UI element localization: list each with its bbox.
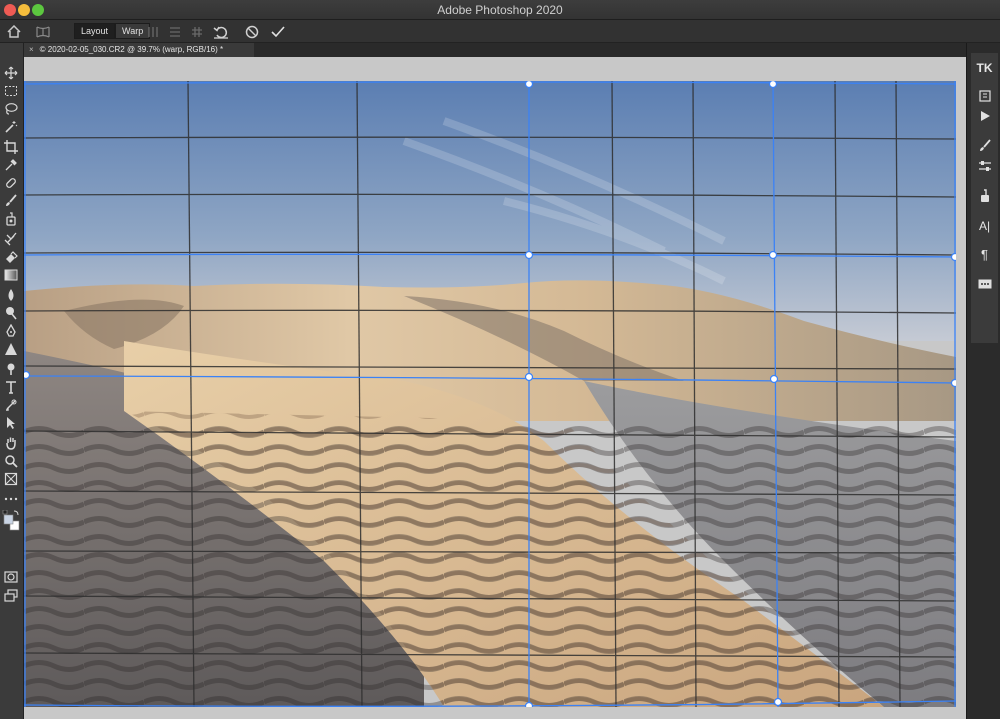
warp-layout-toggle: Layout Warp: [74, 23, 151, 39]
warp-button[interactable]: Warp: [115, 23, 151, 39]
glyphs-panel-icon[interactable]: [975, 275, 994, 293]
history-brush-tool-icon[interactable]: [2, 231, 20, 247]
split-crosswise-icon[interactable]: [190, 23, 204, 40]
healing-brush-tool-icon[interactable]: [2, 175, 20, 191]
home-icon[interactable]: [6, 23, 22, 40]
close-tab-icon[interactable]: ×: [29, 45, 34, 54]
history-panel-icon[interactable]: [975, 87, 994, 105]
split-horizontal-icon[interactable]: [168, 23, 182, 40]
type-tool-icon[interactable]: [2, 379, 20, 395]
pen-tool-icon[interactable]: [2, 323, 20, 339]
app-title: Adobe Photoshop 2020: [437, 3, 563, 17]
split-vertical-icon[interactable]: [146, 23, 160, 40]
brush-settings-icon[interactable]: [975, 137, 994, 155]
document-tab[interactable]: × © 2020-02-05_030.CR2 @ 39.7% (warp, RGB…: [24, 43, 254, 57]
color-swatches-icon[interactable]: [2, 509, 20, 537]
blur-tool-icon[interactable]: [2, 287, 20, 303]
panel-icon-strip: TK A| ¶: [971, 53, 998, 343]
dodge-tool-icon[interactable]: [2, 305, 20, 321]
canvas-area[interactable]: [24, 57, 966, 719]
paragraph-panel-button[interactable]: ¶: [975, 245, 994, 263]
zoom-tool-icon[interactable]: [2, 453, 20, 469]
tools-panel: [0, 43, 24, 719]
document-image[interactable]: [24, 81, 956, 707]
cancel-icon[interactable]: [244, 23, 260, 40]
document-tab-title: © 2020-02-05_030.CR2 @ 39.7% (warp, RGB/…: [39, 45, 224, 54]
document-tab-bar: × © 2020-02-05_030.CR2 @ 39.7% (warp, RGB…: [24, 43, 966, 57]
reset-warp-icon[interactable]: [212, 23, 230, 40]
layout-button[interactable]: Layout: [74, 23, 116, 39]
right-panel-dock: TK A| ¶: [966, 43, 1000, 719]
title-bar: Adobe Photoshop 2020: [0, 0, 1000, 20]
marquee-tool-icon[interactable]: [2, 83, 20, 99]
more-tools-icon[interactable]: [2, 491, 20, 507]
warp-mode-icon[interactable]: [34, 23, 52, 40]
eyedropper-tool-icon[interactable]: [2, 157, 20, 173]
dodge-burn-tool-icon[interactable]: [2, 361, 20, 377]
clone-stamp-tool-icon[interactable]: [2, 211, 20, 227]
frame-tool-icon[interactable]: [2, 471, 20, 487]
character-panel-button[interactable]: A|: [975, 217, 994, 235]
options-bar: Layout Warp: [0, 20, 1000, 43]
commit-icon[interactable]: [270, 23, 286, 40]
gradient-tool-icon[interactable]: [2, 267, 20, 283]
hand-tool-icon[interactable]: [2, 435, 20, 451]
eraser-tool-icon[interactable]: [2, 249, 20, 265]
move-tool-icon[interactable]: [2, 65, 20, 81]
brush-tool-icon[interactable]: [2, 193, 20, 209]
crop-tool-icon[interactable]: [2, 139, 20, 155]
clone-source-icon[interactable]: [975, 187, 994, 205]
path-pen-tool-icon[interactable]: [2, 397, 20, 413]
screen-mode-icon[interactable]: [2, 587, 20, 603]
quick-mask-icon[interactable]: [2, 569, 20, 585]
lasso-tool-icon[interactable]: [2, 101, 20, 117]
actions-play-icon[interactable]: [975, 107, 994, 125]
magic-wand-tool-icon[interactable]: [2, 119, 20, 135]
tk-panel-button[interactable]: TK: [975, 59, 994, 77]
adjustments-icon[interactable]: [975, 157, 994, 175]
path-selection-tool-icon[interactable]: [2, 415, 20, 431]
shape-tool-icon[interactable]: [2, 341, 20, 357]
